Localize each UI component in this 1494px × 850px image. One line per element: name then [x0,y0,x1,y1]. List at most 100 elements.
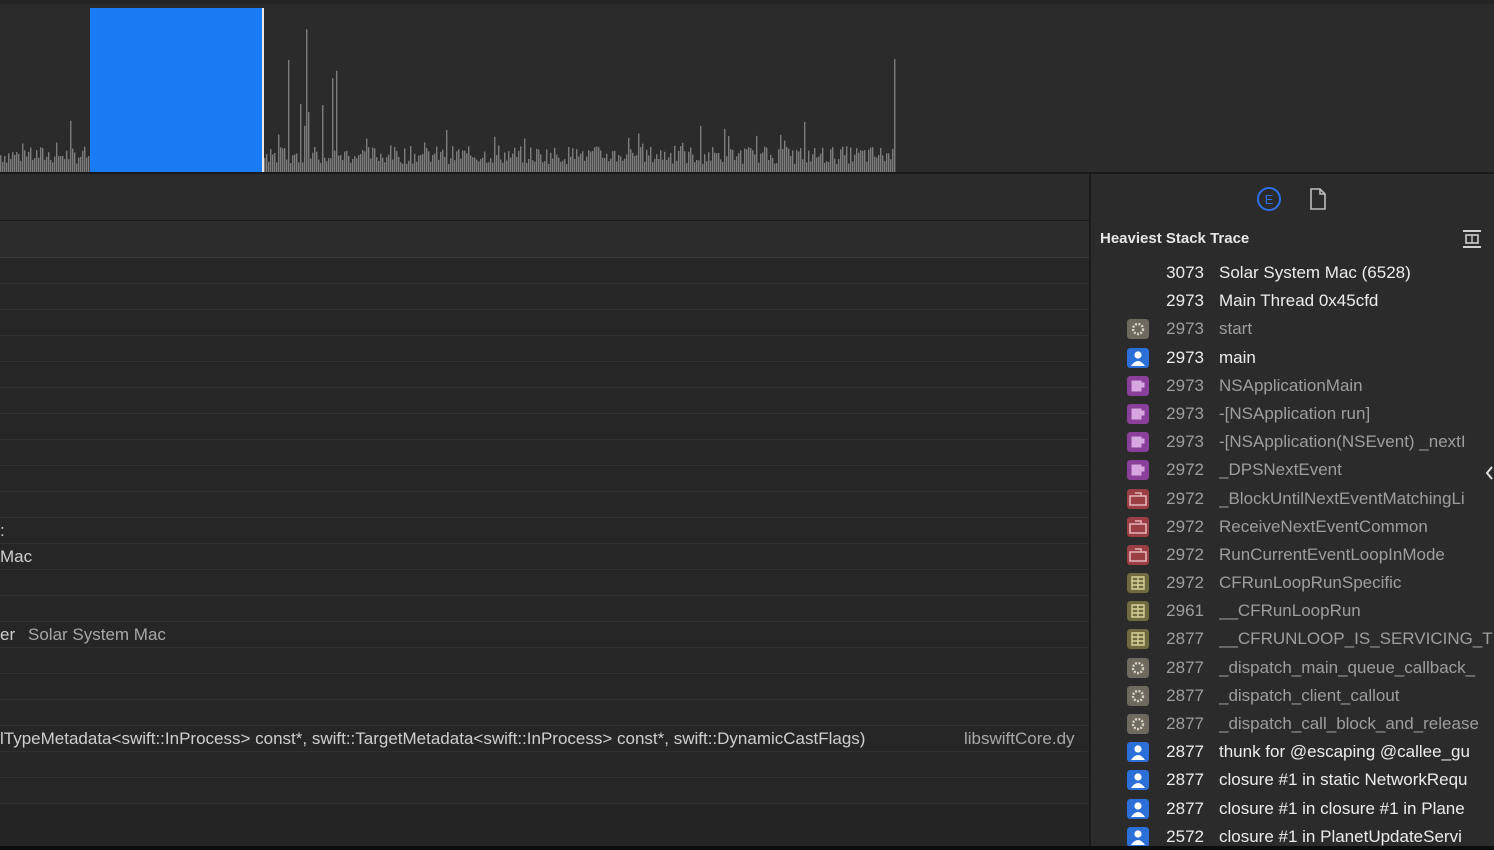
stack-frame-row[interactable]: 2972 RunCurrentEventLoopInMode [1091,541,1494,569]
cpu-sample-bar [870,147,872,174]
table-row[interactable] [0,752,1089,778]
cpu-sample-bar [458,149,460,174]
stack-frame-row[interactable]: 2973 start [1091,315,1494,343]
stack-trace-list: 3073 Solar System Mac (6528) 2973 Main Thre… [1091,259,1494,850]
stack-frame-row[interactable]: 2972 CFRunLoopRunSpecific [1091,569,1494,597]
table-row[interactable]: lTypeMetadata<swift::InProcess> const*, … [0,726,1089,752]
table-row[interactable] [0,674,1089,700]
table-row[interactable] [0,440,1089,466]
document-icon[interactable] [1304,186,1330,212]
selection-edge-handle[interactable] [262,8,264,174]
stack-frame-row[interactable]: 2973 Main Thread 0x45cfd [1091,287,1494,315]
cpu-sample-bar [682,142,684,174]
cpu-usage-graph[interactable] [0,4,1494,176]
table-row[interactable] [0,336,1089,362]
table-row[interactable] [0,258,1089,284]
circled-e-icon[interactable]: E [1256,186,1282,212]
sample-count: 2972 [1166,516,1204,536]
frame-symbol: _dispatch_call_block_and_release [1219,714,1479,733]
stack-frame-row[interactable]: 3073 Solar System Mac (6528) [1091,259,1494,287]
table-row[interactable] [0,284,1089,310]
frame-symbol: Solar System Mac (6528) [1219,263,1411,282]
cpu-sample-bar [718,153,720,174]
cpu-sample-bar [396,150,398,174]
cpu-sample-bar [374,148,376,174]
table-row[interactable] [0,492,1089,518]
stack-frame-row[interactable]: 2877 _dispatch_main_queue_callback_ [1091,654,1494,682]
frame-symbol: __CFRUNLOOP_IS_SERVICING_TH [1219,629,1494,649]
stack-frame-row[interactable]: 2877 closure #1 in static NetworkRequ [1091,766,1494,794]
cpu-sample-bar [872,147,874,174]
table-row[interactable] [0,414,1089,440]
table-row[interactable] [0,596,1089,622]
cup-icon [1127,403,1149,424]
cpu-sample-bar [304,125,306,174]
table-row[interactable] [0,778,1089,804]
stack-frame-row[interactable]: 2973 -[NSApplication run] [1091,400,1494,428]
cpu-sample-bar [536,148,538,174]
cpu-sample-bar [332,78,334,174]
cpu-sample-bar [484,151,486,174]
symbol-name: lTypeMetadata<swift::InProcess> const*, … [0,729,866,748]
sample-count: 2973 [1166,291,1204,311]
stack-frame-row[interactable]: 2972 _DPSNextEvent [1091,456,1494,484]
cpu-sample-bar [546,149,548,174]
frame-symbol: _dispatch_client_callout [1219,685,1400,705]
stack-frame-row[interactable]: 2973 NSApplicationMain [1091,372,1494,400]
cpu-sample-bar [442,149,444,174]
cpu-sample-bar [82,150,84,174]
call-tree-column-header[interactable] [0,221,1089,258]
table-row[interactable] [0,700,1089,726]
chevron-left-icon[interactable] [1484,464,1494,482]
frame-symbol: main [1219,347,1256,367]
stack-frame-row[interactable]: 2877 _dispatch_client_callout [1091,682,1494,710]
cpu-sample-bar [664,151,666,174]
sample-count: 2877 [1166,685,1204,705]
cpu-sample-bar [860,150,862,174]
time-selection-range[interactable] [90,8,262,174]
table-row[interactable] [0,388,1089,414]
cpu-sample-bar [800,148,802,174]
cpu-sample-bar [84,146,86,174]
timeline-track[interactable] [0,0,1494,174]
table-row[interactable] [0,648,1089,674]
table-row[interactable] [0,466,1089,492]
cpu-sample-bar [728,135,730,174]
stack-frame-row[interactable]: 2877 __CFRUNLOOP_IS_SERVICING_TH [1091,625,1494,653]
cup-icon [1127,460,1149,481]
cpu-sample-bar [782,148,784,174]
cpu-sample-bar [748,147,750,174]
stack-frame-row[interactable]: 2877 _dispatch_call_block_and_release [1091,710,1494,738]
toolbox-icon [1127,488,1149,509]
stack-frame-row[interactable]: 2973 main [1091,344,1494,372]
cpu-sample-bar [712,147,714,174]
cpu-sample-bar [888,153,890,174]
stack-frame-row[interactable]: 2877 thunk for @escaping @callee_gu [1091,738,1494,766]
grid-icon [1127,601,1149,622]
stack-frame-row[interactable]: 2972 _BlockUntilNextEventMatchingLi [1091,485,1494,513]
collapse-toggle-icon[interactable] [1461,228,1483,250]
cpu-sample-bar [48,152,50,174]
table-row[interactable]: er Solar System Mac [0,622,1089,648]
stack-frame-row[interactable]: 2973 -[NSApplication(NSEvent) _nextI [1091,428,1494,456]
cpu-sample-bar [764,146,766,174]
stack-frame-row[interactable]: 2877 closure #1 in closure #1 in Plane [1091,795,1494,823]
cpu-sample-bar [456,151,458,174]
cpu-sample-bar [892,148,894,174]
table-row[interactable] [0,310,1089,336]
stack-frame-row[interactable]: 2961 __CFRunLoopRun [1091,597,1494,625]
cpu-sample-bar [18,153,20,174]
cpu-sample-bar [368,147,370,174]
gear-icon [1127,685,1149,706]
table-row[interactable]: Mac [0,544,1089,570]
cpu-sample-bar [588,150,590,174]
stack-frame-row[interactable]: 2972 ReceiveNextEventCommon [1091,513,1494,541]
table-row[interactable]: : [0,518,1089,544]
frame-symbol: Main Thread 0x45cfd [1219,291,1379,311]
inspector-tabs: E [1091,174,1494,222]
table-row[interactable] [0,570,1089,596]
cpu-sample-bar [468,146,470,174]
cpu-sample-bar [538,149,540,174]
table-row[interactable] [0,362,1089,388]
cpu-sample-bar [832,147,834,174]
